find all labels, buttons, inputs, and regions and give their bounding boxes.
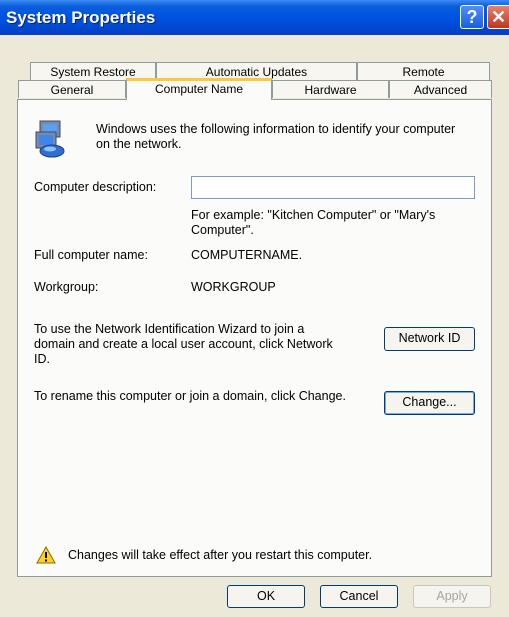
full-computer-name-value: COMPUTERNAME.	[191, 248, 303, 262]
cancel-button[interactable]: Cancel	[320, 585, 398, 608]
warning-text: Changes will take effect after you resta…	[68, 548, 373, 562]
system-properties-dialog: System Properties ? ✕ System Restore Aut…	[0, 0, 509, 617]
full-computer-name-label: Full computer name:	[34, 248, 148, 262]
computer-name-panel: Windows uses the following information t…	[17, 99, 492, 577]
title-bar[interactable]: System Properties ? ✕	[0, 0, 509, 35]
network-id-text-line3: ID.	[34, 352, 50, 366]
intro-text-line2: on the network.	[96, 137, 182, 151]
apply-button[interactable]: Apply	[413, 585, 491, 608]
network-id-text-line1: To use the Network Identification Wizard…	[34, 322, 305, 336]
tab-hardware[interactable]: Hardware	[272, 80, 389, 98]
tab-computer-name[interactable]: Computer Name	[126, 78, 272, 100]
window-title: System Properties	[6, 8, 156, 27]
ok-button[interactable]: OK	[227, 585, 305, 608]
help-button[interactable]: ?	[460, 5, 484, 29]
example-text-line1: For example: "Kitchen Computer" or "Mary…	[191, 208, 436, 222]
network-id-button[interactable]: Network ID	[384, 327, 475, 351]
intro-text-line1: Windows uses the following information t…	[96, 122, 456, 136]
tab-advanced[interactable]: Advanced	[389, 80, 492, 98]
warning-icon	[36, 545, 56, 564]
tab-general[interactable]: General	[18, 80, 126, 98]
tab-remote[interactable]: Remote	[357, 62, 490, 80]
workgroup-label: Workgroup:	[34, 280, 99, 294]
network-id-text-line2: domain and create a local user account, …	[34, 337, 333, 351]
close-button[interactable]: ✕	[487, 5, 509, 29]
rename-text: To rename this computer or join a domain…	[34, 389, 346, 403]
computer-description-label: Computer description:	[34, 180, 157, 194]
example-text-line2: Computer".	[191, 223, 254, 237]
change-button[interactable]: Change...	[384, 391, 475, 415]
computer-network-icon	[34, 118, 68, 158]
computer-description-input[interactable]	[191, 176, 475, 199]
workgroup-value: WORKGROUP	[191, 280, 276, 294]
